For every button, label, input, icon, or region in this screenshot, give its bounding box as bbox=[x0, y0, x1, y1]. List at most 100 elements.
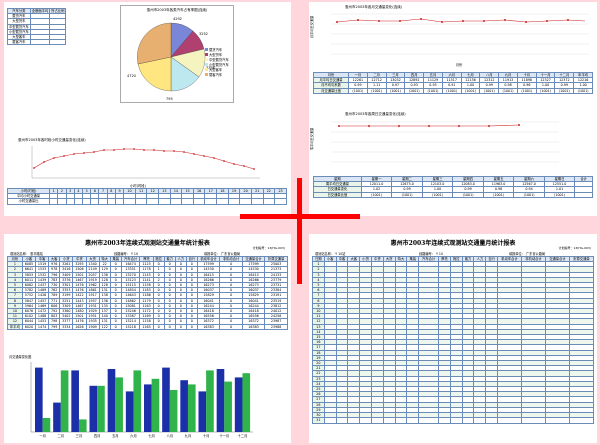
bar bbox=[180, 380, 188, 432]
red-cross-horizontal bbox=[240, 214, 360, 219]
table-cell: 0 bbox=[109, 323, 122, 330]
pie-data-label: 795 bbox=[166, 97, 173, 101]
table-cell: 0 bbox=[219, 323, 243, 330]
bar-chart-title: 月交通量变化图 bbox=[9, 355, 32, 359]
bar bbox=[133, 370, 142, 432]
quadrant-bottom-right: 惠州市2003年连续式观测站交通量月统计报表 计划编号：13(HG-003) 观… bbox=[309, 234, 597, 443]
bar bbox=[125, 391, 134, 432]
monthly-bar-chart: 一月 二月 三月 四月 五月 六月 七月 八月 九月 十月 十一月 十二月 bbox=[30, 362, 253, 438]
table-cell bbox=[323, 417, 337, 424]
table-cell: 3334 bbox=[59, 323, 74, 330]
table-cell: (1001) bbox=[360, 191, 393, 198]
table-row: 31 bbox=[312, 417, 595, 424]
table-cell bbox=[382, 417, 396, 424]
table-header: 所占比例 bbox=[49, 7, 67, 15]
table-header: 非机动合计 bbox=[521, 255, 546, 263]
legend-swatch bbox=[205, 48, 208, 51]
table-cell: 1909 bbox=[85, 323, 100, 330]
table-cell: (1001) bbox=[348, 87, 368, 94]
monthly-line-chart: 月平均日交通量 月份 bbox=[309, 13, 589, 67]
table-cell: 1165 bbox=[139, 323, 154, 330]
table-header: 折算交通量 bbox=[568, 255, 595, 263]
pie-data-label: 3252 bbox=[199, 32, 208, 36]
table-cell bbox=[521, 417, 546, 424]
bar bbox=[71, 370, 79, 432]
table-cell: 122 bbox=[98, 323, 111, 330]
hourly-chart-panel: 惠州市2003年各时段小时交通量变化(连续) 小时(时段) bbox=[10, 138, 288, 188]
legend-swatch bbox=[205, 53, 208, 56]
row-label: 月交通量比值 bbox=[312, 87, 350, 94]
bar bbox=[115, 377, 123, 432]
bar bbox=[162, 367, 170, 432]
hourly-line-chart: 小时(时段) bbox=[31, 146, 260, 188]
table-cell: (1001) bbox=[441, 87, 462, 94]
bar bbox=[242, 373, 251, 432]
bar bbox=[216, 369, 225, 432]
table-cell: 0 bbox=[185, 323, 198, 330]
quadrant-top-left: 汽车分类 全断面平均 所占比例 载货汽车 大型货车 中型载货汽车 小型载货汽车 … bbox=[4, 2, 291, 216]
weekly-table: 星期 星期一 星期二 星期三 星期四 星期五 星期六 星期日 合计 周平均日交通量 12011.0… bbox=[313, 175, 593, 198]
table-header: 机动车合计 bbox=[196, 255, 221, 263]
table-cell bbox=[406, 417, 420, 424]
table-cell: (1001) bbox=[554, 87, 575, 94]
legend-entry: 载货汽车 bbox=[209, 47, 223, 52]
tick-label: 三月 bbox=[76, 434, 83, 438]
table-row: 日交通量比值 (1001) (1001) (1001) (1001) (1001) (100… bbox=[313, 191, 593, 198]
tick-label: 九月 bbox=[185, 433, 192, 438]
legend-entry: 大型货车 bbox=[209, 52, 223, 57]
table-cell bbox=[574, 191, 593, 198]
bar bbox=[144, 384, 152, 432]
table-cell: (1001) bbox=[452, 191, 484, 198]
hourly-table: 小时(时段) 1 2 3 4 5 6 7 8 9 10 11 12 13 14 15 16 17 18 19 20 21… bbox=[6, 187, 287, 205]
table-cell: (1001) bbox=[482, 191, 515, 198]
monthly-table: 月份 一月 二月 三月 四月 五月 六月 七月 八月 九月 十月 十一月 十二月 年平均 月平均日交通量 1… bbox=[312, 71, 593, 94]
tick-label: 十一月 bbox=[219, 433, 229, 438]
table-cell bbox=[347, 417, 361, 424]
table-cell bbox=[473, 417, 487, 424]
table-cell: 6020 bbox=[21, 323, 37, 330]
quadrant-top-right: 惠州市2003年各月交通量变化(连续) 月平均日交通量 月份 月份 一月 二月 三月四… bbox=[309, 2, 597, 216]
table-cell bbox=[418, 417, 440, 424]
table-cell: (1001) bbox=[516, 87, 537, 94]
table-cell: (1001) bbox=[404, 87, 425, 94]
bar-chart-panel: 月交通量变化图 一月 二月 三月 四月 五月 六月 七月 八月 九月 十月 十一月 十二月 bbox=[7, 354, 288, 440]
weekly-line-chart: 周平均日交通量 bbox=[309, 121, 559, 163]
row-label: 31 bbox=[312, 417, 325, 424]
bar bbox=[53, 402, 61, 432]
bar bbox=[187, 384, 196, 432]
table-cell: (1001) bbox=[366, 87, 387, 94]
bar bbox=[97, 385, 105, 432]
bar bbox=[198, 391, 207, 432]
table-cell: (1001) bbox=[479, 87, 500, 94]
table-cell bbox=[359, 417, 372, 424]
table-header: 折算交通量 bbox=[264, 255, 288, 263]
legend-swatch bbox=[205, 73, 208, 76]
table-cell: (1001) bbox=[573, 87, 593, 94]
table-cell: 中型载货汽车 bbox=[7, 23, 31, 30]
table-cell: 23988 bbox=[264, 323, 288, 330]
legend-entry: 中型载货汽车 bbox=[209, 57, 229, 62]
tick-label: 十月 bbox=[203, 433, 210, 438]
table-cell: 0 bbox=[152, 323, 165, 330]
red-cross-vertical bbox=[297, 178, 302, 284]
quadrant-bottom-left: 惠州市2003年连续式观测站交通量年统计报表 计划编号：13(HG-003) 观… bbox=[4, 234, 291, 443]
table-header: 机动车合计 bbox=[497, 255, 523, 263]
report-title: 惠州市2003年连续式观测站交通量月统计报表 bbox=[390, 240, 516, 247]
pie-slice bbox=[137, 22, 172, 65]
bar bbox=[89, 385, 98, 432]
annual-report-table: 月份 小客 中客 大客 小货 中货 大货 特大 集装 汽车合计 摩托 拖拉 畜力 人力 自行 机动车合计 非机动… bbox=[7, 255, 288, 330]
table-header: 交通量合计 bbox=[241, 255, 266, 263]
table-header: 交通量合计 bbox=[544, 255, 570, 263]
table-cell bbox=[544, 417, 570, 424]
table-cell: (1001) bbox=[421, 191, 454, 198]
table-row: 年平均 6020 1474 799 3334 1626 1909 122 0 15218 1165 0… bbox=[7, 323, 288, 330]
vehicle-share-table: 汽车分类 全断面平均 所占比例 载货汽车 大型货车 中型载货汽车 小型载货汽车 … bbox=[7, 7, 67, 46]
report-code: 计划编号：13(HG-003) bbox=[558, 246, 591, 250]
table-cell: 载客汽车 bbox=[7, 39, 31, 46]
tick-label: 六月 bbox=[130, 433, 137, 438]
table-header: 汽车合计 bbox=[120, 255, 141, 263]
legend-swatch bbox=[205, 63, 208, 66]
row-label: 日交通量比值 bbox=[313, 191, 362, 198]
table-cell: (1001) bbox=[391, 191, 423, 198]
legend-entry: 大型客车 bbox=[209, 67, 223, 72]
